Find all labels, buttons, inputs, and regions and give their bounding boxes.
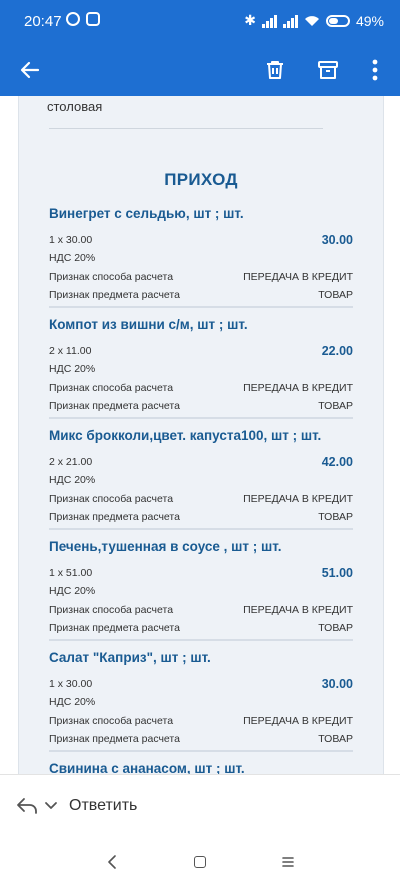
item-amount: 30.00	[321, 233, 353, 247]
subject-value: ТОВАР	[318, 511, 353, 523]
item-amount: 42.00	[321, 455, 353, 469]
item-qty-price: 1 x 51.00	[49, 567, 93, 579]
nav-home-icon[interactable]	[194, 856, 206, 868]
app-toolbar	[0, 44, 400, 96]
subject-label: Признак предмета расчета	[49, 289, 180, 301]
wifi-icon	[304, 15, 319, 26]
divider	[49, 128, 323, 129]
item-amount: 30.00	[321, 677, 353, 691]
item-name: Печень,тушенная в соусе , шт ; шт.	[49, 539, 282, 554]
payment-method-label: Признак способа расчета	[49, 382, 174, 394]
item-qty-price: 1 x 30.00	[49, 678, 93, 690]
item-vat: НДС 20%	[49, 696, 96, 708]
reply-button[interactable]: Ответить	[69, 797, 137, 815]
item-qty-price: 2 x 11.00	[49, 345, 92, 357]
item-divider	[49, 750, 353, 752]
subject-label: Признак предмета расчета	[49, 733, 180, 745]
item-vat: НДС 20%	[49, 474, 96, 486]
item-name: Салат "Каприз", шт ; шт.	[49, 650, 211, 665]
payment-method-value: ПЕРЕДАЧА В КРЕДИТ	[243, 715, 353, 727]
payment-method-label: Признак способа расчета	[49, 493, 174, 505]
reply-icon[interactable]	[16, 797, 38, 815]
subject-value: ТОВАР	[318, 622, 353, 634]
item-name: Микс брокколи,цвет. капуста100, шт ; шт.	[49, 428, 322, 443]
item-vat: НДС 20%	[49, 363, 96, 375]
reply-bar[interactable]: Ответить	[0, 774, 400, 837]
bluetooth-icon: ✱	[244, 12, 256, 28]
payment-method-label: Признак способа расчета	[49, 271, 174, 283]
item-amount: 51.00	[321, 566, 353, 580]
system-nav-bar	[0, 836, 400, 889]
payment-method-value: ПЕРЕДАЧА В КРЕДИТ	[243, 493, 353, 505]
item-amount: 22.00	[321, 344, 353, 358]
status-bar: 20:47 ✱ 49%	[0, 0, 400, 44]
receipt-section-title: ПРИХОД	[164, 170, 238, 189]
subject-value: ТОВАР	[318, 733, 353, 745]
chevron-down-icon[interactable]	[44, 801, 58, 811]
payment-method-value: ПЕРЕДАЧА В КРЕДИТ	[243, 382, 353, 394]
battery-icon	[325, 14, 350, 27]
subject-label: Признак предмета расчета	[49, 400, 180, 412]
item-divider	[49, 417, 353, 419]
message-content[interactable]: столовая ПРИХОД Винегрет с сельдью, шт ;…	[0, 96, 400, 774]
payment-method-value: ПЕРЕДАЧА В КРЕДИТ	[243, 604, 353, 616]
payment-method-label: Признак способа расчета	[49, 604, 174, 616]
status-time: 20:47	[24, 13, 62, 30]
item-qty-price: 2 x 21.00	[49, 456, 93, 468]
subject-value: ТОВАР	[318, 289, 353, 301]
item-name: Винегрет с сельдью, шт ; шт.	[49, 206, 244, 221]
signal-icon	[261, 14, 277, 28]
nav-menu-icon[interactable]	[282, 856, 294, 868]
item-name: Свинина с ананасом, шт ; шт.	[49, 761, 245, 774]
battery-percent: 49%	[355, 12, 384, 29]
subject-value: ТОВАР	[318, 400, 353, 412]
receipt: столовая ПРИХОД Винегрет с сельдью, шт ;…	[18, 96, 384, 774]
alarm-icon	[66, 12, 80, 26]
item-name: Компот из вишни с/м, шт ; шт.	[49, 317, 248, 332]
signal-icon-2	[282, 14, 298, 28]
vendor-name: столовая	[47, 99, 103, 114]
archive-icon[interactable]	[312, 54, 344, 86]
app-notification-icon	[86, 12, 100, 26]
item-divider	[49, 528, 353, 530]
nav-back-icon[interactable]	[107, 855, 117, 869]
payment-method-value: ПЕРЕДАЧА В КРЕДИТ	[243, 271, 353, 283]
item-qty-price: 1 x 30.00	[49, 234, 93, 246]
more-vert-icon[interactable]	[359, 54, 391, 86]
arrow-left-icon[interactable]	[14, 54, 46, 86]
payment-method-label: Признак способа расчета	[49, 715, 174, 727]
item-divider	[49, 639, 353, 641]
item-vat: НДС 20%	[49, 585, 96, 597]
trash-icon[interactable]	[259, 54, 291, 86]
item-divider	[49, 306, 353, 308]
subject-label: Признак предмета расчета	[49, 622, 180, 634]
subject-label: Признак предмета расчета	[49, 511, 180, 523]
item-vat: НДС 20%	[49, 252, 96, 264]
